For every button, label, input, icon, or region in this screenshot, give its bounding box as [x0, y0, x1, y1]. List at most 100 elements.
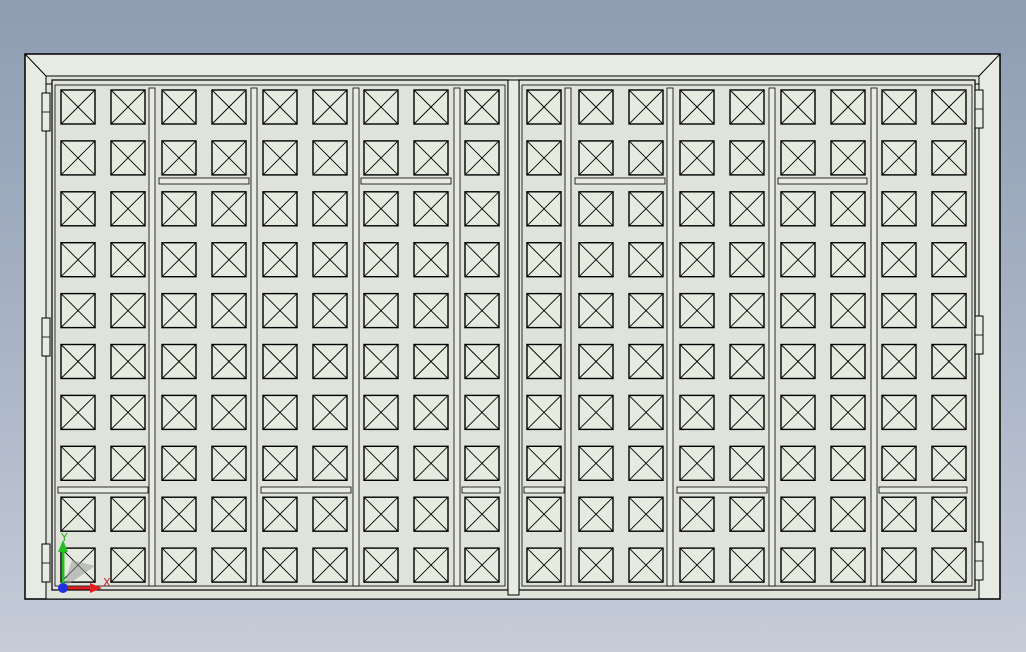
- tile-r4-c9: [464, 241, 500, 278]
- stile-3: [352, 87, 360, 587]
- tile-r4-c3: [161, 241, 197, 278]
- tile-r8-c15: [780, 445, 816, 481]
- tile-r2-c17: [881, 140, 917, 176]
- tile-r3-c15: [780, 191, 816, 227]
- tile-r10-c18: [931, 547, 967, 583]
- tile-r8-c9: [464, 445, 500, 481]
- tile-r4-c16: [830, 241, 866, 278]
- tile-r1-c16: [830, 89, 866, 125]
- tile-r8-c11: [578, 445, 614, 481]
- tile-r7-c12: [628, 394, 664, 431]
- tile-r7-c16: [830, 394, 866, 431]
- tile-r10-c9: [464, 547, 500, 583]
- axis-x-label: X: [103, 576, 111, 589]
- tile-r3-c14: [729, 191, 765, 227]
- tile-r6-c3: [161, 343, 197, 380]
- tile-r7-c2: [110, 394, 146, 431]
- rail-5: [57, 486, 149, 494]
- tile-r5-c9: [464, 292, 500, 329]
- stile-6: [666, 87, 674, 587]
- stile-4: [453, 87, 461, 587]
- tile-r1-c17: [881, 89, 917, 125]
- tile-r1-c11: [578, 89, 614, 125]
- tile-r8-c16: [830, 445, 866, 481]
- tile-r8-c4: [211, 445, 247, 481]
- tile-r2-c3: [161, 140, 197, 176]
- tile-r1-c4: [211, 89, 247, 125]
- tile-r4-c5: [262, 241, 298, 278]
- tile-r2-c7: [363, 140, 399, 176]
- tile-r10-c17: [881, 547, 917, 583]
- rail-4: [777, 177, 868, 185]
- tile-r7-c11: [578, 394, 614, 431]
- tile-r4-c14: [729, 241, 765, 278]
- tile-r9-c3: [161, 496, 197, 532]
- tile-r3-c2: [110, 191, 146, 227]
- tile-r4-c7: [363, 241, 399, 278]
- tile-r6-c16: [830, 343, 866, 380]
- tile-r4-c15: [780, 241, 816, 278]
- tile-r6-c14: [729, 343, 765, 380]
- tile-r9-c7: [363, 496, 399, 532]
- tile-r2-c18: [931, 140, 967, 176]
- tile-r5-c16: [830, 292, 866, 329]
- tile-r5-c14: [729, 292, 765, 329]
- tile-r10-c13: [679, 547, 715, 583]
- tile-r9-c8: [413, 496, 449, 532]
- tile-r10-c10: [526, 547, 562, 583]
- tile-r6-c7: [363, 343, 399, 380]
- tile-r9-c13: [679, 496, 715, 532]
- tile-r10-c7: [363, 547, 399, 583]
- tile-r10-c12: [628, 547, 664, 583]
- tile-r4-c10: [526, 241, 562, 278]
- tile-r9-c2: [110, 496, 146, 532]
- tile-r1-c14: [729, 89, 765, 125]
- tile-r1-c1: [60, 89, 96, 125]
- tile-r7-c9: [464, 394, 500, 431]
- stile-2: [250, 87, 258, 587]
- tile-r2-c2: [110, 140, 146, 176]
- tile-r9-c10: [526, 496, 562, 532]
- tile-r5-c12: [628, 292, 664, 329]
- tile-r10-c2: [110, 547, 146, 583]
- tile-r6-c8: [413, 343, 449, 380]
- tile-r6-c12: [628, 343, 664, 380]
- tile-r5-c3: [161, 292, 197, 329]
- tile-r7-c14: [729, 394, 765, 431]
- tile-r6-c2: [110, 343, 146, 380]
- tile-r6-c11: [578, 343, 614, 380]
- tile-r8-c6: [312, 445, 348, 481]
- tile-r9-c15: [780, 496, 816, 532]
- tile-r2-c14: [729, 140, 765, 176]
- tile-r4-c1: [60, 241, 96, 278]
- tile-r8-c3: [161, 445, 197, 481]
- tile-r6-c9: [464, 343, 500, 380]
- tile-r1-c9: [464, 89, 500, 125]
- tile-r8-c2: [110, 445, 146, 481]
- tile-r2-c4: [211, 140, 247, 176]
- tile-r10-c16: [830, 547, 866, 583]
- tile-r4-c8: [413, 241, 449, 278]
- rail-8: [523, 486, 565, 494]
- tile-r2-c11: [578, 140, 614, 176]
- tile-r8-c18: [931, 445, 967, 481]
- tile-r4-c13: [679, 241, 715, 278]
- tile-r1-c18: [931, 89, 967, 125]
- tile-r9-c11: [578, 496, 614, 532]
- tile-r5-c11: [578, 292, 614, 329]
- tile-r3-c5: [262, 191, 298, 227]
- tile-r3-c1: [60, 191, 96, 227]
- tile-r3-c7: [363, 191, 399, 227]
- tile-r9-c9: [464, 496, 500, 532]
- cad-viewport[interactable]: Y X: [0, 0, 1026, 652]
- tile-r10-c5: [262, 547, 298, 583]
- tile-r7-c1: [60, 394, 96, 431]
- tile-r1-c15: [780, 89, 816, 125]
- tile-r7-c17: [881, 394, 917, 431]
- tile-r9-c17: [881, 496, 917, 532]
- tile-r2-c12: [628, 140, 664, 176]
- tile-r5-c2: [110, 292, 146, 329]
- tile-r4-c12: [628, 241, 664, 278]
- tile-r6-c15: [780, 343, 816, 380]
- stile-5: [564, 87, 572, 587]
